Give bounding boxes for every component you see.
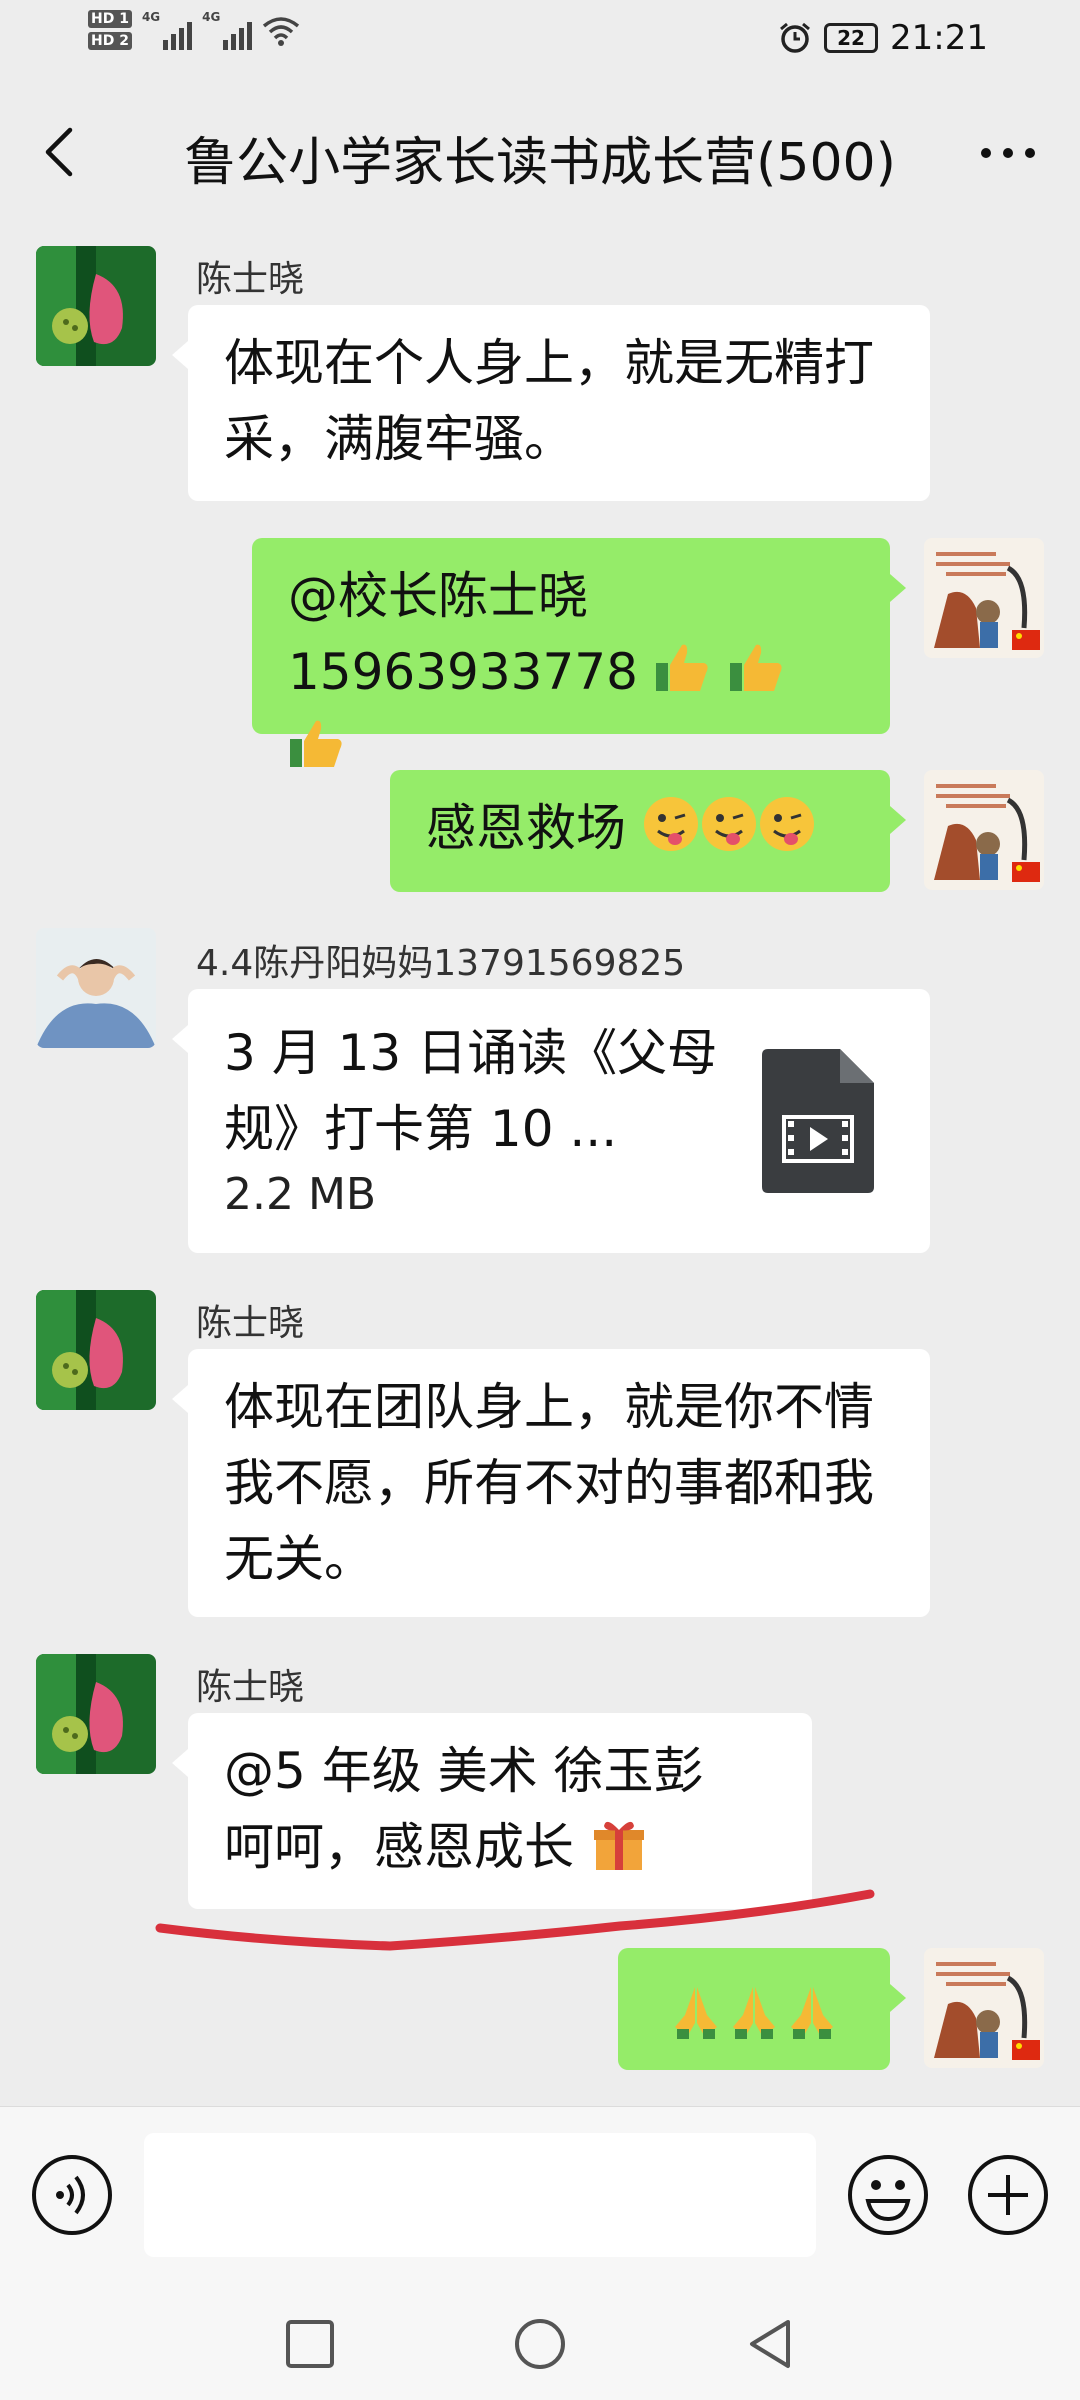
mention-text: @5 年级 美术 徐玉彭 (224, 1742, 704, 1800)
sender-name: 陈士晓 (196, 1667, 305, 1708)
thumbs-up-emoji (655, 644, 708, 691)
avatar[interactable] (924, 770, 1044, 890)
thumbs-up-emoji (290, 720, 342, 767)
alarm-icon (780, 22, 810, 53)
input-bar (0, 2106, 1080, 2281)
message-input[interactable] (144, 2133, 816, 2257)
message-bubble[interactable]: 感恩救场 (390, 770, 906, 892)
folded-hands-emoji (733, 1987, 775, 2039)
message-bubble[interactable] (618, 1948, 906, 2070)
file-message[interactable]: 3 月 13 日诵读《父母规》打卡第 10 ... 2.2 MB (172, 989, 930, 1253)
avatar[interactable] (36, 1290, 156, 1410)
status-bar: HD 1 HD 2 4G 4G 22 21:21 (0, 0, 1080, 80)
status-left: HD 1 HD 2 4G 4G (88, 10, 300, 50)
back-icon[interactable] (742, 2316, 798, 2372)
avatar[interactable] (924, 1948, 1044, 2068)
signal-icon: 4G (202, 10, 253, 50)
mention-text: @校长陈士晓 (288, 567, 588, 625)
sim1-badge: HD 1 (88, 10, 132, 28)
avatar[interactable] (36, 246, 156, 366)
avatar[interactable] (36, 1654, 156, 1774)
signal-icon: 4G (141, 10, 193, 50)
sender-name: 陈士晓 (196, 1303, 305, 1344)
winking-tongue-emoji (759, 797, 814, 851)
folded-hands-emoji (791, 1987, 833, 2039)
status-time: 21:21 (890, 18, 988, 58)
wifi-icon (263, 17, 300, 46)
message-bubble[interactable]: 体现在个人身上，就是无精打采，满腹牢骚。 (172, 305, 930, 501)
network-label: 4G (141, 10, 161, 24)
file-name: 3 月 13 日诵读《父母规》打卡第 10 ... (224, 1024, 718, 1158)
voice-icon[interactable] (30, 2153, 114, 2237)
phone-link[interactable]: 15963933778 (288, 643, 638, 701)
recent-apps-icon[interactable] (282, 2316, 338, 2372)
battery-level: 22 (837, 26, 865, 50)
thumbs-up-emoji (729, 644, 782, 691)
sender-name: 4.4陈丹阳妈妈13791569825 (196, 943, 686, 984)
system-nav-bar (0, 2280, 1080, 2400)
message-bubble[interactable]: 体现在团队身上，就是你不情我不愿，所有不对的事都和我无关。 (172, 1349, 930, 1617)
message-text: 体现在个人身上，就是无精打采，满腹牢骚。 (224, 334, 874, 468)
avatar[interactable] (924, 538, 1044, 658)
video-file-icon (762, 1049, 874, 1193)
message-text: 体现在团队身上，就是你不情我不愿，所有不对的事都和我无关。 (224, 1378, 874, 1588)
winking-tongue-emoji (701, 797, 756, 851)
status-right: 22 21:21 (778, 18, 988, 58)
network-label: 4G (202, 10, 221, 24)
avatar[interactable] (36, 928, 156, 1048)
folded-hands-emoji (675, 1987, 717, 2039)
plus-icon[interactable] (966, 2153, 1050, 2237)
emoji-icon[interactable] (846, 2153, 930, 2237)
battery-icon: 22 (824, 23, 879, 53)
chat-title: 鲁公小学家长读书成长营(500) (184, 133, 896, 193)
message-bubble[interactable]: @校长陈士晓 15963933778 (252, 538, 906, 767)
message-text: 呵呵，感恩成长 (224, 1818, 574, 1876)
message-text: 感恩救场 (426, 799, 626, 857)
chat-header: 鲁公小学家长读书成长营(500) (0, 80, 1080, 220)
sim2-badge: HD 2 (88, 32, 132, 50)
gift-emoji (593, 1821, 644, 1870)
more-icon[interactable] (978, 138, 1038, 168)
home-icon[interactable] (512, 2316, 568, 2372)
sender-name: 陈士晓 (196, 259, 305, 300)
winking-tongue-emoji (643, 797, 698, 851)
